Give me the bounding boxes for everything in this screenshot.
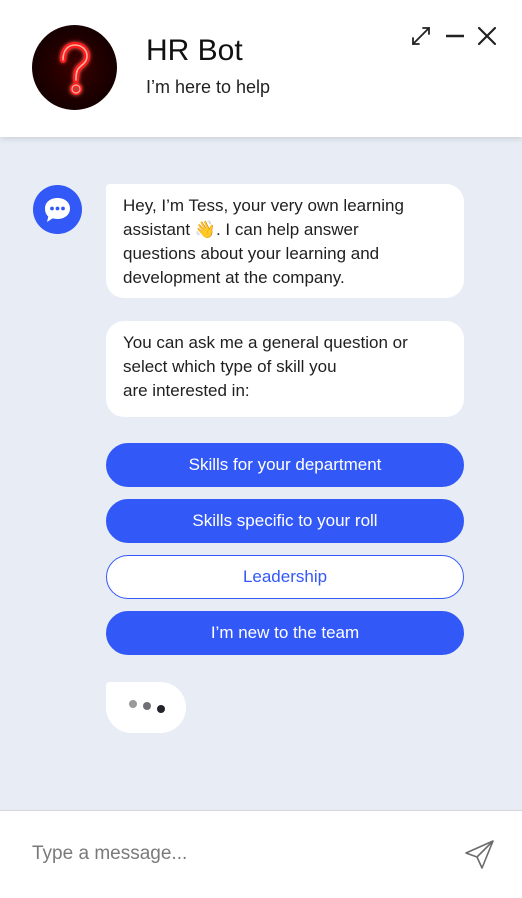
message-composer <box>0 810 522 898</box>
option-new-to-team-button[interactable]: I’m new to the team <box>106 611 464 655</box>
send-button[interactable] <box>464 838 496 870</box>
option-leadership-button[interactable]: Leadership <box>106 555 464 599</box>
chat-header: HR Bot I’m here to help <box>0 0 522 137</box>
bot-message-avatar <box>33 185 82 234</box>
expand-button[interactable] <box>409 24 433 48</box>
typing-dot <box>157 705 165 713</box>
message-list[interactable]: Hey, I’m Tess, your very own learning as… <box>0 137 522 810</box>
bot-subtitle: I’m here to help <box>146 77 271 97</box>
message-input[interactable] <box>32 837 432 871</box>
neon-question-mark-icon <box>60 42 90 95</box>
minimize-icon <box>446 34 464 38</box>
bot-message-greeting: Hey, I’m Tess, your very own learning as… <box>106 184 464 298</box>
option-skills-role-button[interactable]: Skills specific to your roll <box>106 499 464 543</box>
send-paper-plane-icon <box>465 840 494 869</box>
bot-title: HR Bot <box>146 34 243 67</box>
close-button[interactable] <box>476 24 498 48</box>
minimize-button[interactable] <box>445 24 465 48</box>
waving-hand-icon: 👋 <box>194 220 216 239</box>
bot-avatar <box>32 25 117 110</box>
close-icon <box>477 26 497 46</box>
typing-dot <box>143 702 151 710</box>
bot-message-prompt: You can ask me a general question or sel… <box>106 321 464 417</box>
expand-arrows-icon <box>412 27 430 45</box>
typing-indicator <box>106 682 186 733</box>
chat-bubble-dots-icon <box>45 198 70 222</box>
option-skills-department-button[interactable]: Skills for your department <box>106 443 464 487</box>
typing-dot <box>129 700 137 708</box>
